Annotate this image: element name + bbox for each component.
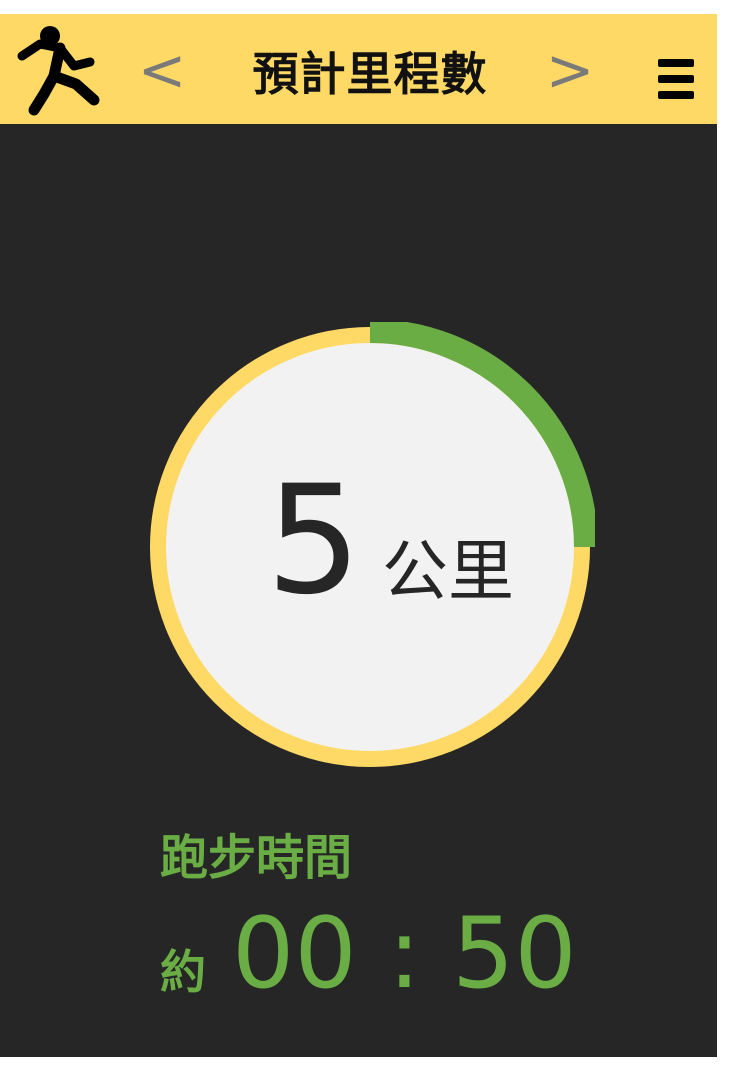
run-time-label: 跑步時間 — [160, 830, 353, 886]
running-person-icon — [17, 26, 100, 116]
next-button[interactable]: > — [542, 38, 598, 102]
menu-bar — [658, 91, 694, 99]
distance-unit: 公里 — [382, 533, 514, 610]
menu-bar — [658, 59, 694, 67]
run-time-approx-prefix: 約 — [160, 945, 206, 999]
hamburger-menu-icon[interactable] — [658, 59, 694, 99]
menu-bar — [658, 75, 694, 83]
page-title: 預計里程數 — [252, 47, 488, 101]
previous-button[interactable]: < — [134, 38, 190, 102]
top-bar: < 預計里程數 > — [0, 14, 717, 124]
run-time-value: 00 : 50 — [232, 897, 577, 1011]
distance-value: 5 — [266, 454, 362, 628]
